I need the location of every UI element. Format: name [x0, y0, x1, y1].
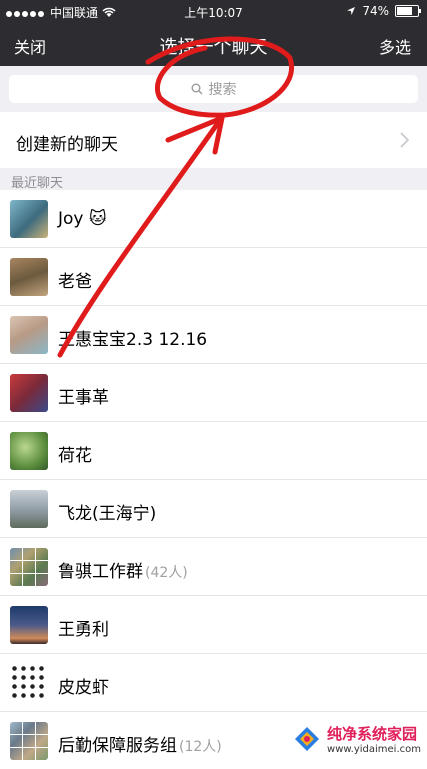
chat-row[interactable]: Joy 🐱: [0, 190, 427, 248]
chat-row[interactable]: 王事革: [0, 364, 427, 422]
battery-level: [397, 7, 412, 15]
battery-icon: [395, 5, 421, 17]
contact-name: 老爸: [58, 272, 92, 292]
chat-row[interactable]: 飞龙(王海宁): [0, 480, 427, 538]
recent-chats-list: Joy 🐱 老爸 王惠宝宝2.3 12.16 王事革 荷花 飞龙(王海宁) 鲁骐…: [0, 190, 427, 769]
avatar: [10, 432, 48, 470]
contact-name: 鲁骐工作群: [58, 562, 143, 582]
avatar: [10, 606, 48, 644]
contact-name: 飞龙(王海宁): [58, 504, 157, 524]
chat-row[interactable]: 王惠宝宝2.3 12.16: [0, 306, 427, 364]
watermark-title: 纯净系统家园: [327, 725, 418, 743]
member-count: (42人): [145, 565, 188, 581]
search-input[interactable]: 搜索: [9, 75, 418, 103]
contact-name: 荷花: [58, 446, 92, 466]
chat-row[interactable]: 鲁骐工作群 (42人): [0, 538, 427, 596]
chat-row[interactable]: 王勇利: [0, 596, 427, 654]
search-icon: [191, 83, 202, 95]
contact-name: Joy 🐱: [58, 209, 107, 229]
multi-select-button[interactable]: 多选: [379, 34, 411, 58]
avatar: [10, 664, 48, 702]
search-placeholder: 搜索: [208, 82, 237, 98]
watermark: 纯净系统家园 www.yidaimei.com: [293, 723, 421, 755]
avatar: [10, 258, 48, 296]
contact-name: 皮皮虾: [58, 678, 109, 698]
watermark-url: www.yidaimei.com: [327, 744, 421, 755]
create-new-chat-row[interactable]: 创建新的聊天: [0, 112, 427, 168]
contact-name: 王惠宝宝2.3 12.16: [58, 330, 208, 350]
contact-name: 王勇利: [58, 620, 109, 640]
navigation-bar: 关闭 选择一个聊天 多选: [0, 22, 427, 66]
avatar: [10, 548, 48, 586]
create-new-chat-label: 创建新的聊天: [16, 135, 118, 155]
contact-name: 王事革: [58, 388, 109, 408]
recent-chats-header: 最近聊天: [11, 176, 64, 191]
avatar: [10, 490, 48, 528]
page-title: 选择一个聊天: [159, 37, 268, 58]
location-icon: [347, 7, 356, 15]
watermark-logo-icon: [295, 727, 320, 751]
status-bar: 中国联通 上午10:07 74%: [0, 0, 427, 22]
chevron-right-icon: [400, 132, 409, 148]
member-count: (12人): [179, 739, 222, 755]
chat-row[interactable]: 皮皮虾: [0, 654, 427, 712]
avatar: [10, 316, 48, 354]
avatar: [10, 200, 48, 238]
avatar: [10, 722, 48, 760]
chat-row[interactable]: 荷花: [0, 422, 427, 480]
battery-percent: 74%: [362, 4, 389, 18]
search-bar: 搜索: [0, 66, 427, 112]
contact-name: 后勤保障服务组: [58, 736, 177, 756]
chat-row[interactable]: 老爸: [0, 248, 427, 306]
avatar: [10, 374, 48, 412]
